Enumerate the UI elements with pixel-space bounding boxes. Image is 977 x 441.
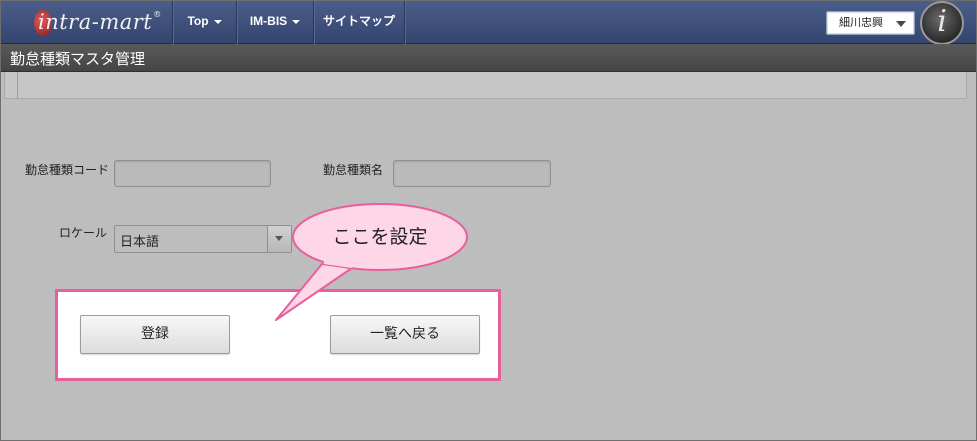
user-name: 細川忠興 bbox=[839, 16, 883, 29]
back-to-list-button[interactable]: 一覧へ戻る bbox=[330, 315, 480, 354]
chevron-down-icon bbox=[275, 236, 283, 241]
logo-text: intra-mart® bbox=[38, 10, 162, 34]
intra-mart-logo[interactable]: intra-mart® bbox=[10, 6, 170, 38]
nav-item-im-bis[interactable]: IM-BIS bbox=[237, 0, 313, 44]
name-input[interactable] bbox=[393, 160, 551, 187]
top-navbar: intra-mart® Top IM-BIS サイトマップ 細川忠興 i bbox=[0, 0, 977, 45]
user-menu-select[interactable]: 細川忠興 bbox=[826, 11, 915, 35]
callout-text: ここを設定 bbox=[332, 226, 428, 248]
page-title: 勤怠種類マスタ管理 bbox=[10, 50, 146, 68]
code-label: 勤怠種類コード bbox=[25, 163, 110, 177]
nav-item-top[interactable]: Top bbox=[173, 0, 236, 44]
toolbar-strip bbox=[4, 72, 967, 99]
register-button[interactable]: 登録 bbox=[80, 315, 230, 354]
toolbar-divider bbox=[17, 72, 18, 99]
page-title-bar: 勤怠種類マスタ管理 bbox=[0, 44, 977, 72]
nav-item-sitemap[interactable]: サイトマップ bbox=[314, 0, 404, 44]
name-label: 勤怠種類名 bbox=[323, 163, 384, 177]
locale-label: ロケール bbox=[59, 226, 108, 240]
nav-divider bbox=[404, 0, 405, 44]
brand-badge-icon[interactable]: i bbox=[920, 1, 964, 45]
chevron-down-icon bbox=[896, 21, 906, 27]
locale-value: 日本語 bbox=[120, 235, 160, 250]
highlight-box: 登録 一覧へ戻る bbox=[55, 289, 501, 381]
locale-select[interactable]: 日本語 bbox=[114, 225, 292, 253]
code-input[interactable] bbox=[114, 160, 271, 187]
locale-dropdown-button[interactable] bbox=[267, 226, 291, 252]
chevron-down-icon bbox=[292, 19, 301, 24]
chevron-down-icon bbox=[213, 19, 222, 24]
